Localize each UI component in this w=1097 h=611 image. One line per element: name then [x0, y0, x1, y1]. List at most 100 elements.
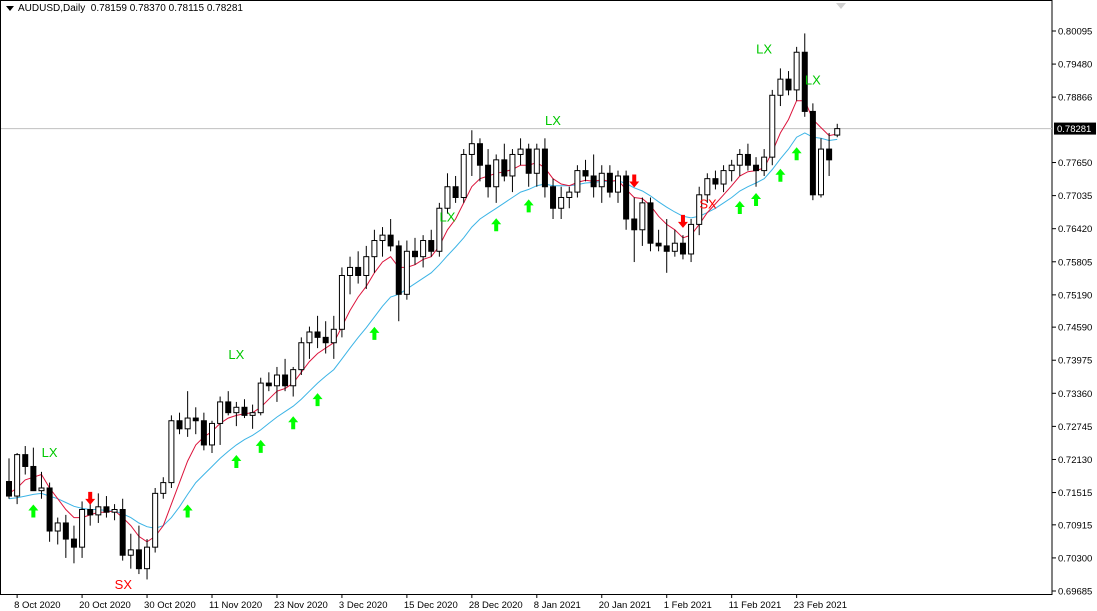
candle-body[interactable] — [184, 417, 191, 430]
candle-body[interactable] — [582, 170, 589, 177]
candle-body[interactable] — [192, 417, 199, 422]
buy-arrow-icon[interactable] — [523, 199, 534, 213]
candle-body[interactable] — [233, 406, 240, 414]
candle-body[interactable] — [152, 492, 159, 548]
candle-body[interactable] — [395, 245, 402, 295]
candle-body[interactable] — [517, 148, 524, 155]
candle-body[interactable] — [225, 401, 232, 414]
candle-body[interactable] — [639, 202, 646, 231]
candle-body[interactable] — [54, 522, 61, 532]
candle-body[interactable] — [834, 128, 841, 136]
candle-body[interactable] — [314, 331, 321, 338]
candle-body[interactable] — [736, 153, 743, 166]
buy-arrow-icon[interactable] — [312, 393, 323, 407]
candle-body[interactable] — [679, 242, 686, 255]
candle-body[interactable] — [671, 242, 678, 252]
candle-body[interactable] — [330, 328, 337, 344]
candle-body[interactable] — [38, 487, 45, 492]
candle-body[interactable] — [460, 153, 467, 198]
candle-body[interactable] — [265, 382, 272, 387]
candle-body[interactable] — [785, 78, 792, 91]
candle-body[interactable] — [744, 153, 751, 166]
buy-arrow-icon[interactable] — [369, 326, 380, 340]
candle-body[interactable] — [623, 175, 630, 220]
candle-body[interactable] — [371, 240, 378, 258]
candle-body[interactable] — [566, 191, 573, 198]
candle-body[interactable] — [704, 178, 711, 196]
candle-body[interactable] — [728, 164, 735, 172]
candle-body[interactable] — [501, 159, 508, 177]
buy-arrow-icon[interactable] — [791, 147, 802, 161]
candle-body[interactable] — [79, 509, 86, 548]
candle-body[interactable] — [493, 159, 500, 188]
candle-body[interactable] — [111, 509, 118, 513]
candle-body[interactable] — [826, 148, 833, 161]
candle-body[interactable] — [14, 454, 21, 497]
candle-body[interactable] — [347, 266, 354, 276]
candle-body[interactable] — [6, 481, 12, 497]
candle-body[interactable] — [249, 412, 256, 416]
candle-body[interactable] — [30, 465, 37, 492]
candle-body[interactable] — [322, 336, 329, 344]
candle-body[interactable] — [241, 406, 248, 416]
candle-body[interactable] — [444, 186, 451, 209]
candle-body[interactable] — [306, 331, 313, 344]
candle-body[interactable] — [769, 94, 776, 158]
candle-body[interactable] — [95, 506, 102, 516]
candle-body[interactable] — [541, 148, 548, 188]
candle-body[interactable] — [818, 148, 824, 196]
candle-body[interactable] — [135, 549, 142, 570]
chart-window[interactable]: 0.80095 0.79480 0.78866 0.77650 0.77035 0.764… — [0, 0, 1097, 611]
candle-body[interactable] — [355, 266, 362, 276]
candle-body[interactable] — [379, 234, 386, 242]
candle-body[interactable] — [403, 250, 410, 295]
candle-body[interactable] — [298, 342, 305, 371]
candle-body[interactable] — [485, 164, 492, 188]
candle-body[interactable] — [468, 143, 475, 155]
candle-body[interactable] — [533, 148, 540, 174]
candle-body[interactable] — [70, 538, 77, 548]
candle-body[interactable] — [200, 420, 207, 446]
buy-arrow-icon[interactable] — [255, 439, 266, 453]
candle-body[interactable] — [412, 250, 418, 258]
candle-body[interactable] — [761, 156, 768, 172]
candle-body[interactable] — [282, 374, 289, 387]
candle-body[interactable] — [688, 223, 695, 255]
candle-body[interactable] — [509, 153, 516, 177]
candle-body[interactable] — [273, 374, 280, 387]
buy-arrow-icon[interactable] — [775, 168, 786, 182]
candle-body[interactable] — [46, 487, 53, 532]
buy-arrow-icon[interactable] — [288, 416, 299, 430]
buy-arrow-icon[interactable] — [734, 201, 745, 215]
scroll-marker-icon[interactable] — [836, 3, 846, 9]
chart-canvas[interactable]: 0.80095 0.79480 0.78866 0.77650 0.77035 0.764… — [0, 0, 1097, 611]
candle-body[interactable] — [753, 164, 760, 172]
buy-arrow-icon[interactable] — [182, 504, 193, 518]
candle-body[interactable] — [209, 422, 215, 446]
buy-arrow-icon[interactable] — [751, 192, 762, 206]
candle-body[interactable] — [793, 51, 800, 91]
candle-body[interactable] — [777, 78, 784, 96]
candle-body[interactable] — [127, 549, 134, 556]
candle-body[interactable] — [62, 522, 69, 540]
candle-body[interactable] — [655, 242, 662, 247]
buy-arrow-icon[interactable] — [491, 218, 502, 232]
candle-body[interactable] — [574, 170, 581, 193]
candle-body[interactable] — [598, 172, 605, 188]
candle-body[interactable] — [590, 175, 597, 188]
candle-body[interactable] — [217, 401, 224, 424]
candle-body[interactable] — [176, 420, 183, 430]
candle-body[interactable] — [550, 186, 557, 209]
buy-arrow-icon[interactable] — [231, 454, 242, 468]
candle-body[interactable] — [338, 274, 345, 330]
candle-body[interactable] — [452, 186, 459, 198]
candle-body[interactable] — [631, 218, 638, 231]
buy-arrow-icon[interactable] — [28, 504, 39, 518]
candle-body[interactable] — [363, 256, 370, 276]
candle-body[interactable] — [615, 175, 621, 193]
candle-body[interactable] — [290, 369, 297, 387]
candle-body[interactable] — [387, 234, 394, 247]
candle-body[interactable] — [712, 178, 719, 185]
candle-body[interactable] — [647, 202, 654, 244]
candle-body[interactable] — [420, 240, 427, 258]
